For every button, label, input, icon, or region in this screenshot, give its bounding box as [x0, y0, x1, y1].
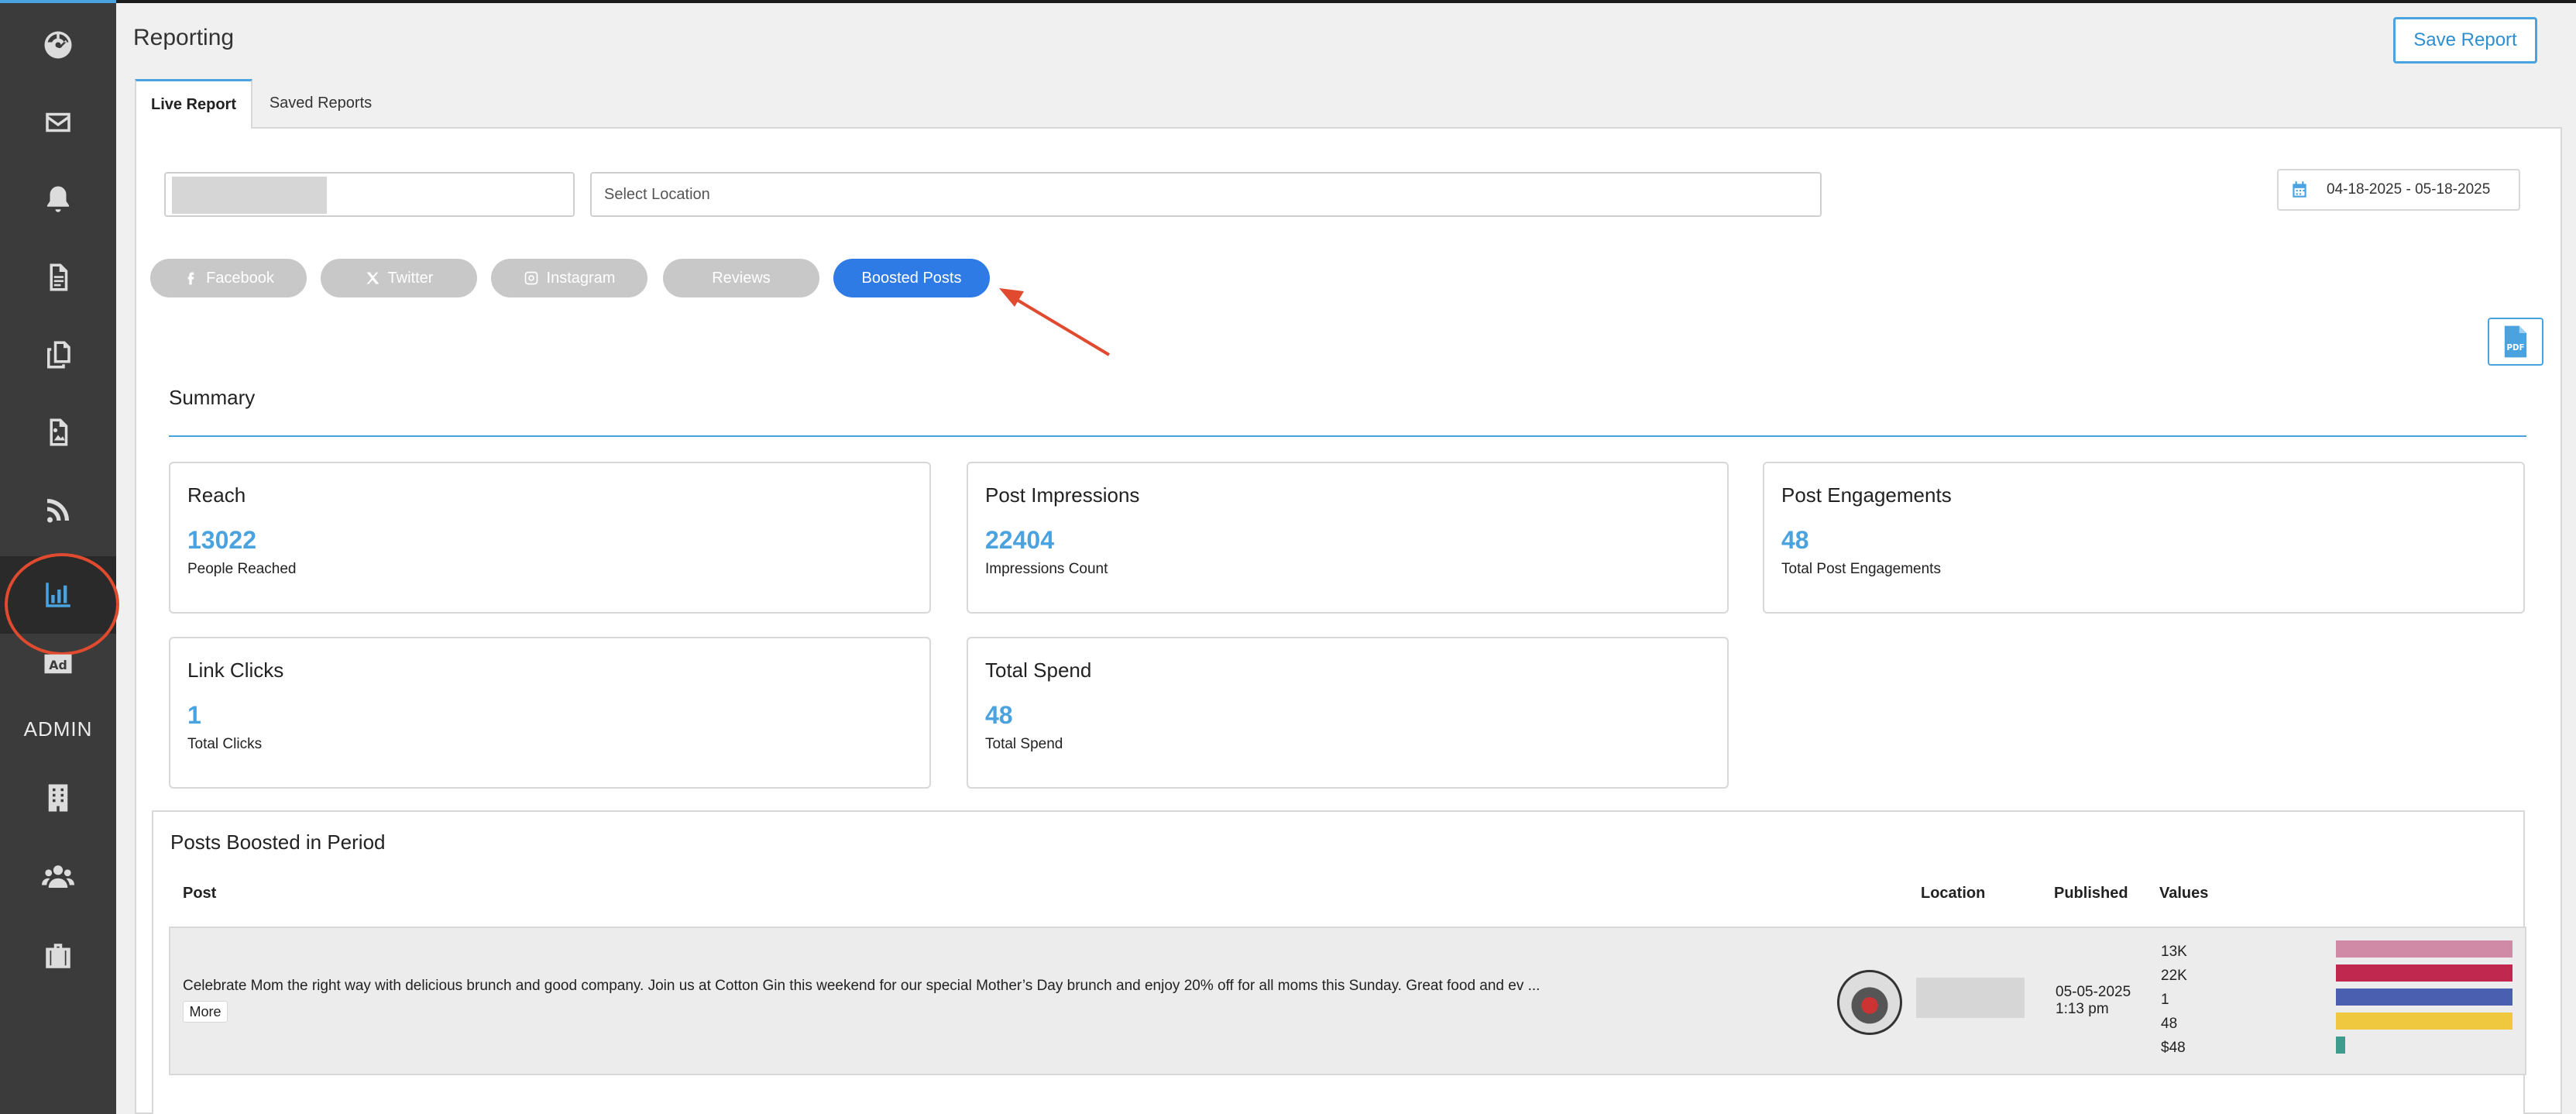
sidebar-item-jobs[interactable] — [0, 917, 116, 995]
card-value: 13022 — [187, 526, 256, 554]
bell-icon — [47, 186, 69, 212]
tab-saved-reports[interactable]: Saved Reports — [260, 79, 381, 127]
summary-card-total-spend: Total Spend 48 Total Spend — [967, 637, 1729, 789]
rss-icon — [46, 499, 69, 523]
platform-label: Reviews — [712, 269, 771, 287]
sidebar-item-media[interactable] — [0, 394, 116, 471]
value-label: 48 — [2161, 1016, 2178, 1032]
sidebar-item-ads[interactable]: Ad — [0, 637, 116, 691]
value-label: 22K — [2161, 968, 2187, 984]
facebook-icon — [187, 272, 194, 285]
sidebar-item-inbox[interactable] — [0, 84, 116, 161]
sidebar-item-reporting[interactable] — [0, 556, 116, 634]
card-subtitle: Total Spend — [985, 736, 1063, 752]
pdf-icon: PDF — [2504, 325, 2527, 358]
dashboard-icon — [44, 31, 72, 59]
summary-card-impressions: Post Impressions 22404 Impressions Count — [967, 462, 1729, 614]
published-datetime: 05-05-2025 1:13 pm — [2056, 984, 2131, 1018]
card-title: Reach — [187, 483, 246, 507]
image-icon — [50, 418, 68, 446]
card-subtitle: Total Clicks — [187, 736, 263, 752]
sidebar: Ad ADMIN — [0, 3, 119, 1114]
page-title: Reporting — [133, 25, 235, 50]
location-select[interactable]: Select Location — [590, 172, 1822, 217]
sidebar-item-notifications[interactable] — [0, 161, 116, 239]
tab-live-report[interactable]: Live Report — [135, 79, 252, 129]
date-range-picker[interactable]: 04-18-2025 - 05-18-2025 — [2277, 169, 2520, 211]
value-label: 13K — [2161, 944, 2187, 960]
top-bar — [0, 0, 2576, 3]
value-label: $48 — [2161, 1040, 2186, 1056]
platform-label: Facebook — [206, 269, 274, 287]
value-bar — [2336, 940, 2512, 958]
instagram-icon — [524, 271, 538, 285]
card-value: 1 — [187, 701, 201, 729]
more-button[interactable]: More — [183, 1001, 228, 1023]
column-header-published: Published — [2054, 885, 2128, 902]
annotation-arrow — [999, 288, 1111, 356]
card-value: 22404 — [985, 526, 1054, 554]
sidebar-item-feeds[interactable] — [0, 471, 116, 548]
users-icon — [42, 865, 74, 888]
redacted-value — [172, 177, 327, 214]
column-header-values: Values — [2159, 885, 2209, 902]
avatar — [1837, 970, 1902, 1035]
platform-label: Instagram — [546, 269, 616, 287]
document-icon — [50, 263, 68, 291]
date-range-text: 04-18-2025 - 05-18-2025 — [2327, 181, 2491, 198]
published-date: 05-05-2025 — [2056, 984, 2131, 1000]
platform-label: Boosted Posts — [861, 269, 962, 287]
inbox-icon — [46, 112, 70, 132]
sidebar-item-locations[interactable] — [0, 759, 116, 837]
ad-icon: Ad — [44, 654, 72, 674]
card-subtitle: People Reached — [187, 561, 297, 577]
value-bar — [2336, 964, 2512, 982]
summary-divider — [169, 435, 2526, 437]
published-time: 1:13 pm — [2056, 1001, 2109, 1017]
sidebar-item-users[interactable] — [0, 838, 116, 916]
value-bar — [2336, 1037, 2345, 1054]
save-report-button[interactable]: Save Report — [2393, 17, 2537, 64]
svg-text:Ad: Ad — [49, 658, 67, 672]
briefcase-icon — [46, 944, 70, 968]
summary-title: Summary — [169, 386, 256, 409]
platform-boosted-posts-button[interactable]: Boosted Posts — [833, 259, 990, 297]
card-subtitle: Total Post Engagements — [1781, 561, 1941, 577]
platform-label: Twitter — [387, 269, 434, 287]
svg-text:PDF: PDF — [2507, 344, 2525, 352]
column-header-post: Post — [183, 885, 217, 902]
summary-card-reach: Reach 13022 People Reached — [169, 462, 931, 614]
card-title: Post Impressions — [985, 483, 1140, 507]
value-bar — [2336, 989, 2512, 1006]
card-subtitle: Impressions Count — [985, 561, 1108, 577]
redacted-location — [1916, 978, 2025, 1018]
sidebar-item-copies[interactable] — [0, 316, 116, 394]
sidebar-item-dashboard[interactable] — [0, 6, 116, 84]
platform-twitter-button[interactable]: Twitter — [321, 259, 477, 297]
summary-card-engagements: Post Engagements 48 Total Post Engagemen… — [1763, 462, 2525, 614]
platform-facebook-button[interactable]: Facebook — [150, 259, 307, 297]
x-icon — [366, 272, 379, 284]
platform-instagram-button[interactable]: Instagram — [491, 259, 647, 297]
export-pdf-button[interactable]: PDF — [2488, 318, 2543, 366]
value-label: 1 — [2161, 992, 2169, 1008]
calendar-icon — [2293, 181, 2306, 198]
boosted-posts-title: Posts Boosted in Period — [170, 830, 386, 854]
card-title: Link Clicks — [187, 658, 284, 682]
summary-card-link-clicks: Link Clicks 1 Total Clicks — [169, 637, 931, 789]
copy-icon — [47, 341, 70, 369]
platform-reviews-button[interactable]: Reviews — [663, 259, 819, 297]
value-bar — [2336, 1013, 2512, 1030]
card-value: 48 — [1781, 526, 1809, 554]
card-title: Total Spend — [985, 658, 1092, 682]
card-title: Post Engagements — [1781, 483, 1952, 507]
building-icon — [48, 784, 68, 812]
bar-chart-icon — [46, 583, 70, 607]
admin-label: ADMIN — [23, 717, 93, 741]
card-value: 48 — [985, 701, 1013, 729]
sidebar-item-documents[interactable] — [0, 239, 116, 316]
column-header-location: Location — [1921, 885, 1986, 902]
post-text: Celebrate Mom the right way with delicio… — [183, 978, 1540, 994]
account-filter-input[interactable] — [164, 172, 575, 217]
